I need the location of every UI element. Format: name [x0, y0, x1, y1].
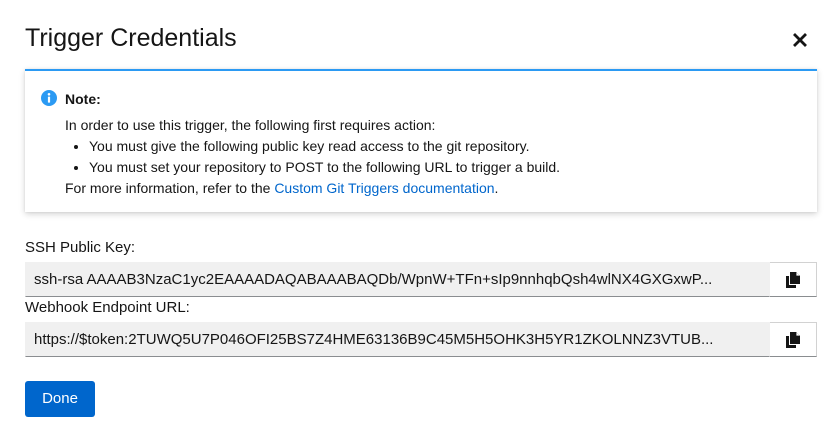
copy-webhook-url-button[interactable] [770, 322, 817, 357]
copy-icon [786, 331, 800, 348]
alert-body: In order to use this trigger, the follow… [65, 115, 560, 199]
webhook-endpoint-url-group: https://$token:2TUWQ5U7P046OFI25BS7Z4HME… [25, 322, 817, 357]
more-info-prefix: For more information, refer to the [65, 180, 275, 196]
webhook-endpoint-url-label: Webhook Endpoint URL: [25, 299, 190, 316]
trigger-credentials-modal: Trigger Credentials Note: In order to us… [0, 0, 834, 434]
copy-ssh-key-button[interactable] [770, 262, 817, 297]
copy-icon [786, 271, 800, 288]
alert-title: Note: [65, 91, 101, 107]
custom-git-triggers-docs-link[interactable]: Custom Git Triggers documentation [274, 180, 494, 196]
close-button[interactable] [786, 26, 814, 54]
alert-more-info: For more information, refer to the Custo… [65, 178, 560, 199]
ssh-public-key-group: ssh-rsa AAAAB3NzaC1yc2EAAAADAQABAAABAQDb… [25, 262, 817, 297]
alert-intro: In order to use this trigger, the follow… [65, 117, 436, 133]
ssh-public-key-label: SSH Public Key: [25, 239, 136, 256]
webhook-endpoint-url-input[interactable]: https://$token:2TUWQ5U7P046OFI25BS7Z4HME… [25, 322, 770, 357]
alert-list: You must give the following public key r… [65, 136, 560, 178]
alert-list-item: You must give the following public key r… [89, 136, 560, 157]
alert-list-item: You must set your repository to POST to … [89, 157, 560, 178]
more-info-suffix: . [494, 180, 499, 196]
info-circle-icon [41, 90, 57, 106]
modal-title: Trigger Credentials [25, 24, 237, 52]
done-button[interactable]: Done [25, 381, 95, 417]
close-icon [793, 33, 807, 47]
ssh-public-key-input[interactable]: ssh-rsa AAAAB3NzaC1yc2EAAAADAQABAAABAQDb… [25, 262, 770, 297]
info-alert: Note: In order to use this trigger, the … [25, 69, 817, 212]
